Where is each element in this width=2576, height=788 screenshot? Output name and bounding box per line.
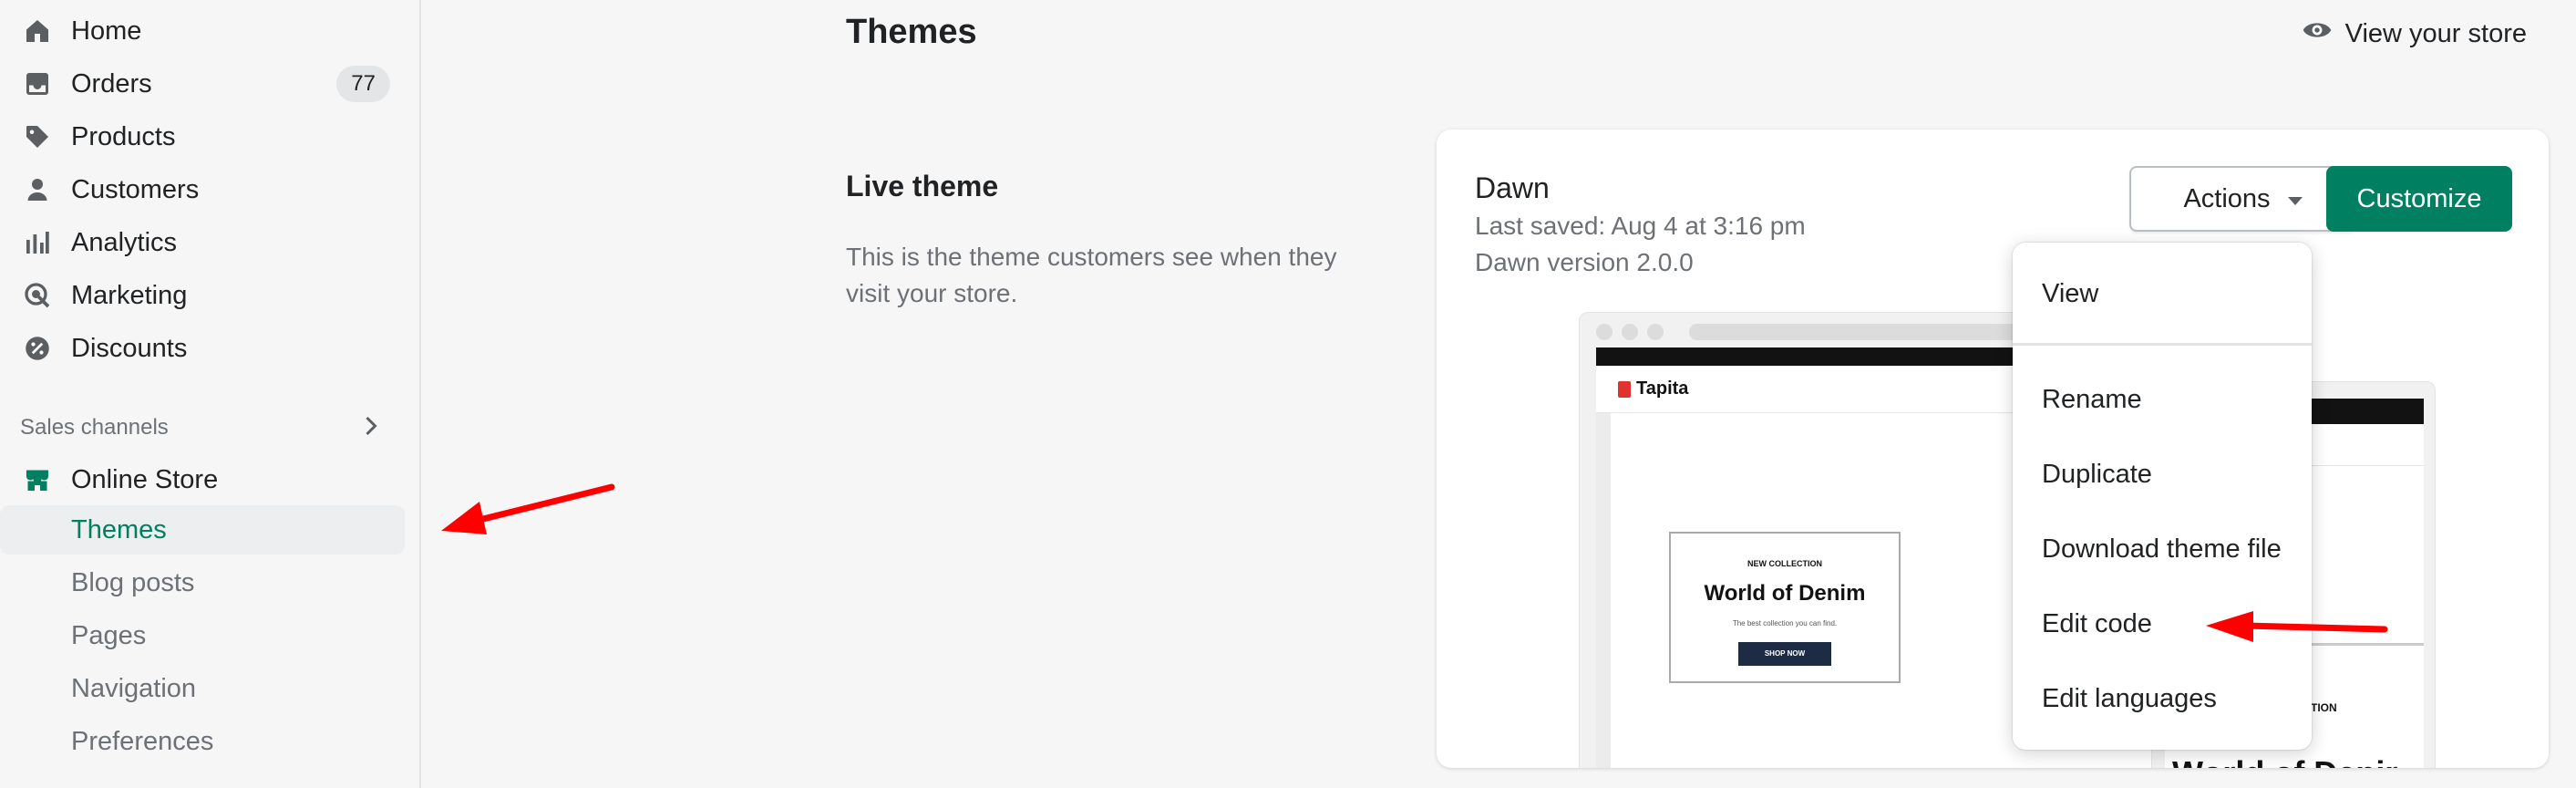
theme-version: Dawn version 2.0.0 bbox=[1475, 248, 1694, 276]
view-store-link[interactable]: View your store bbox=[2302, 15, 2527, 53]
menu-divider bbox=[2013, 343, 2312, 346]
orders-icon bbox=[22, 68, 53, 99]
preview-logo-text: Tapita bbox=[1636, 378, 1689, 399]
actions-label: Actions bbox=[2183, 183, 2271, 213]
bar-chart-icon bbox=[22, 227, 53, 258]
person-icon bbox=[22, 174, 53, 205]
store-icon bbox=[22, 464, 53, 495]
page-title: Themes bbox=[846, 13, 977, 51]
sidebar-subitem-pages[interactable]: Pages bbox=[0, 611, 405, 660]
sidebar-item-label: Online Store bbox=[71, 464, 219, 494]
target-icon bbox=[22, 280, 53, 311]
sidebar-subitem-blog-posts[interactable]: Blog posts bbox=[0, 558, 405, 607]
sidebar-item-label: Home bbox=[71, 16, 142, 46]
customize-button[interactable]: Customize bbox=[2326, 166, 2512, 232]
view-store-label: View your store bbox=[2344, 18, 2527, 48]
sidebar-item-discounts[interactable]: Discounts bbox=[0, 325, 405, 372]
actions-button[interactable]: Actions bbox=[2129, 166, 2357, 232]
sidebar-subitem-label: Blog posts bbox=[71, 567, 195, 597]
annotation-arrow-themes bbox=[441, 483, 615, 534]
sidebar-subitem-label: Preferences bbox=[71, 726, 214, 756]
menu-item-download-theme-file[interactable]: Download theme file bbox=[2042, 534, 2282, 565]
sidebar: Home Orders 77 Products Customers Analyt… bbox=[0, 0, 421, 788]
preview-heading: World of Denim bbox=[1704, 581, 1866, 606]
sidebar-item-marketing[interactable]: Marketing bbox=[0, 272, 405, 319]
sidebar-item-home[interactable]: Home bbox=[0, 7, 405, 55]
annotation-arrow-edit-code bbox=[2206, 611, 2388, 642]
preview-shop-button: SHOP NOW bbox=[1738, 642, 1831, 666]
actions-menu: View Rename Duplicate Download theme fil… bbox=[2013, 243, 2312, 750]
home-icon bbox=[22, 16, 53, 47]
theme-name: Dawn bbox=[1475, 171, 1550, 204]
sidebar-subitem-preferences[interactable]: Preferences bbox=[0, 717, 405, 766]
menu-item-duplicate[interactable]: Duplicate bbox=[2042, 460, 2152, 490]
discount-icon bbox=[22, 333, 53, 364]
orders-count-badge: 77 bbox=[336, 66, 390, 102]
sidebar-item-analytics[interactable]: Analytics bbox=[0, 219, 405, 266]
sidebar-subitem-label: Navigation bbox=[71, 673, 197, 703]
menu-item-edit-code[interactable]: Edit code bbox=[2042, 609, 2152, 639]
tag-icon bbox=[22, 121, 53, 152]
mobile-heading: World of Denir bbox=[2172, 754, 2397, 768]
live-theme-description: This is the theme customers see when the… bbox=[846, 243, 1337, 307]
menu-item-view[interactable]: View bbox=[2042, 279, 2098, 309]
preview-logo: Tapita bbox=[1618, 378, 1688, 399]
live-theme-title: Live theme bbox=[846, 170, 999, 202]
sidebar-subitem-label: Pages bbox=[71, 620, 147, 650]
sidebar-subitem-themes[interactable]: Themes bbox=[0, 505, 405, 555]
theme-last-saved: Last saved: Aug 4 at 3:16 pm bbox=[1475, 212, 1806, 240]
sidebar-item-orders[interactable]: Orders 77 bbox=[0, 60, 405, 108]
sidebar-item-label: Customers bbox=[71, 174, 200, 204]
preview-subtext: The best collection you can find. bbox=[1732, 619, 1838, 627]
sidebar-item-label: Marketing bbox=[71, 280, 188, 310]
sidebar-item-label: Discounts bbox=[71, 333, 188, 363]
sidebar-item-label: Orders bbox=[71, 68, 152, 98]
sidebar-item-products[interactable]: Products bbox=[0, 113, 405, 161]
sidebar-item-label: Products bbox=[71, 121, 176, 151]
window-dots bbox=[1596, 324, 1664, 340]
preview-hero: NEW COLLECTION World of Denim The best c… bbox=[1669, 532, 1901, 683]
caret-down-icon bbox=[2287, 184, 2303, 214]
sidebar-item-online-store[interactable]: Online Store bbox=[0, 456, 405, 503]
theme-card: Dawn Last saved: Aug 4 at 3:16 pm Dawn v… bbox=[1437, 130, 2549, 768]
mobile-kicker: TION bbox=[2311, 701, 2337, 714]
logo-mark-icon bbox=[1618, 380, 1631, 398]
chevron-right-icon[interactable] bbox=[357, 412, 385, 440]
sidebar-item-customers[interactable]: Customers bbox=[0, 166, 405, 213]
sidebar-subitem-navigation[interactable]: Navigation bbox=[0, 664, 405, 713]
menu-item-edit-languages[interactable]: Edit languages bbox=[2042, 684, 2217, 714]
preview-kicker: NEW COLLECTION bbox=[1747, 559, 1822, 568]
menu-item-rename[interactable]: Rename bbox=[2042, 385, 2142, 415]
sales-channels-title: Sales channels bbox=[20, 415, 169, 440]
sidebar-subitem-label: Themes bbox=[71, 514, 167, 544]
sidebar-item-label: Analytics bbox=[71, 227, 178, 257]
eye-icon bbox=[2302, 15, 2333, 53]
